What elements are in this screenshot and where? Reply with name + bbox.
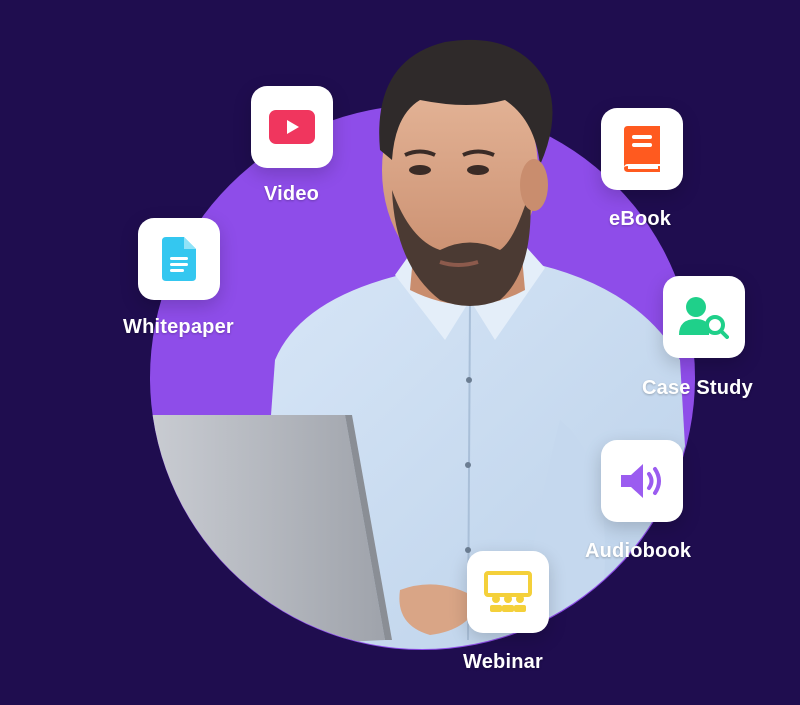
- laptop: [150, 415, 392, 649]
- presentation-icon: [484, 571, 532, 612]
- case-study-card[interactable]: [663, 276, 745, 358]
- webinar-card[interactable]: [467, 551, 549, 633]
- video-label: Video: [264, 183, 320, 205]
- ebook-label: eBook: [609, 208, 672, 230]
- book-icon: [624, 126, 660, 172]
- audiobook-card[interactable]: [601, 440, 683, 522]
- audiobook-label: Audiobook: [585, 540, 692, 562]
- speaker-icon: [621, 464, 661, 498]
- user-search-icon: [679, 297, 729, 339]
- webinar-label: Webinar: [463, 651, 543, 673]
- ebook-card[interactable]: [601, 108, 683, 190]
- play-icon: [269, 110, 315, 144]
- case-study-label: Case Study: [642, 377, 753, 399]
- video-card[interactable]: [251, 86, 333, 168]
- hero-illustration: Video eBook Whitepaper Case Study Audiob…: [0, 0, 800, 705]
- document-icon: [162, 237, 196, 281]
- whitepaper-card[interactable]: [138, 218, 220, 300]
- whitepaper-label: Whitepaper: [123, 316, 234, 338]
